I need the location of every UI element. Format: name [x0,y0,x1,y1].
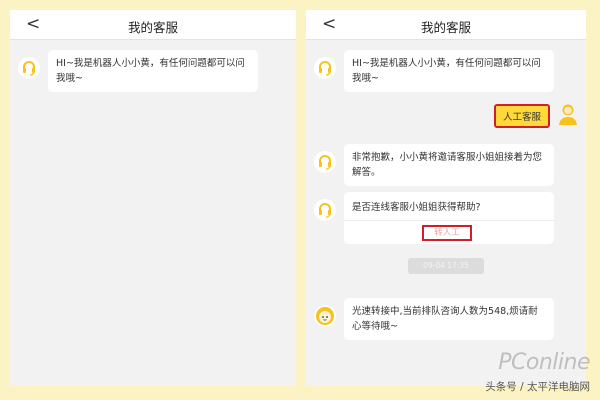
user-avatar-icon [559,104,577,125]
headset-icon [314,151,336,173]
bot-message: 光速转接中,当前排队咨询人数为548,烦请耐心等待哦~ [314,298,554,340]
page-title: 我的客服 [127,20,178,35]
option-row: 转人工 [344,220,554,244]
timestamp: 09-04 17:35 [408,258,484,274]
bot-message: HI~我是机器人小小黄，有任何问题都可以问我哦~ [314,50,554,92]
message-bubble: HI~我是机器人小小黄，有任何问题都可以问我哦~ [344,50,554,92]
user-message-bubble: 人工客服 [493,104,550,128]
bot-message: 非常抱歉，小小黄将邀请客服小姐姐接着为您解答。 [314,144,554,186]
message-bubble: HI~我是机器人小小黄，有任何问题都可以问我哦~ [48,50,258,92]
headset-icon [18,57,40,79]
page-title: 我的客服 [420,20,471,35]
header: < 我的客服 [10,10,296,40]
headset-icon [314,199,336,221]
agent-avatar-icon [314,305,336,327]
header: < 我的客服 [306,10,586,40]
bot-question: 是否连线客服小姐姐获得帮助? 转人工 [314,192,554,244]
chat-screen-right: < 我的客服 HI~我是机器人小小黄，有任何问题都可以问我哦~ 人工客服 非常抱… [306,10,586,386]
message-bubble: 非常抱歉，小小黄将邀请客服小姐姐接着为您解答。 [344,144,554,186]
headset-icon [314,57,336,79]
chat-screen-left: < 我的客服 HI~我是机器人小小黄，有任何问题都可以问我哦~ [10,10,296,386]
message-bubble: 光速转接中,当前排队咨询人数为548,烦请耐心等待哦~ [344,298,554,340]
bot-message: HI~我是机器人小小黄，有任何问题都可以问我哦~ [18,50,258,92]
question-card: 是否连线客服小姐姐获得帮助? 转人工 [344,192,554,244]
watermark-brand: PConline [498,350,590,375]
watermark: PConline 头条号 / 太平洋电脑网 [485,350,590,394]
transfer-to-agent-button[interactable]: 转人工 [422,225,472,241]
question-text: 是否连线客服小姐姐获得帮助? [352,202,481,213]
watermark-sub: 头条号 / 太平洋电脑网 [485,381,590,393]
